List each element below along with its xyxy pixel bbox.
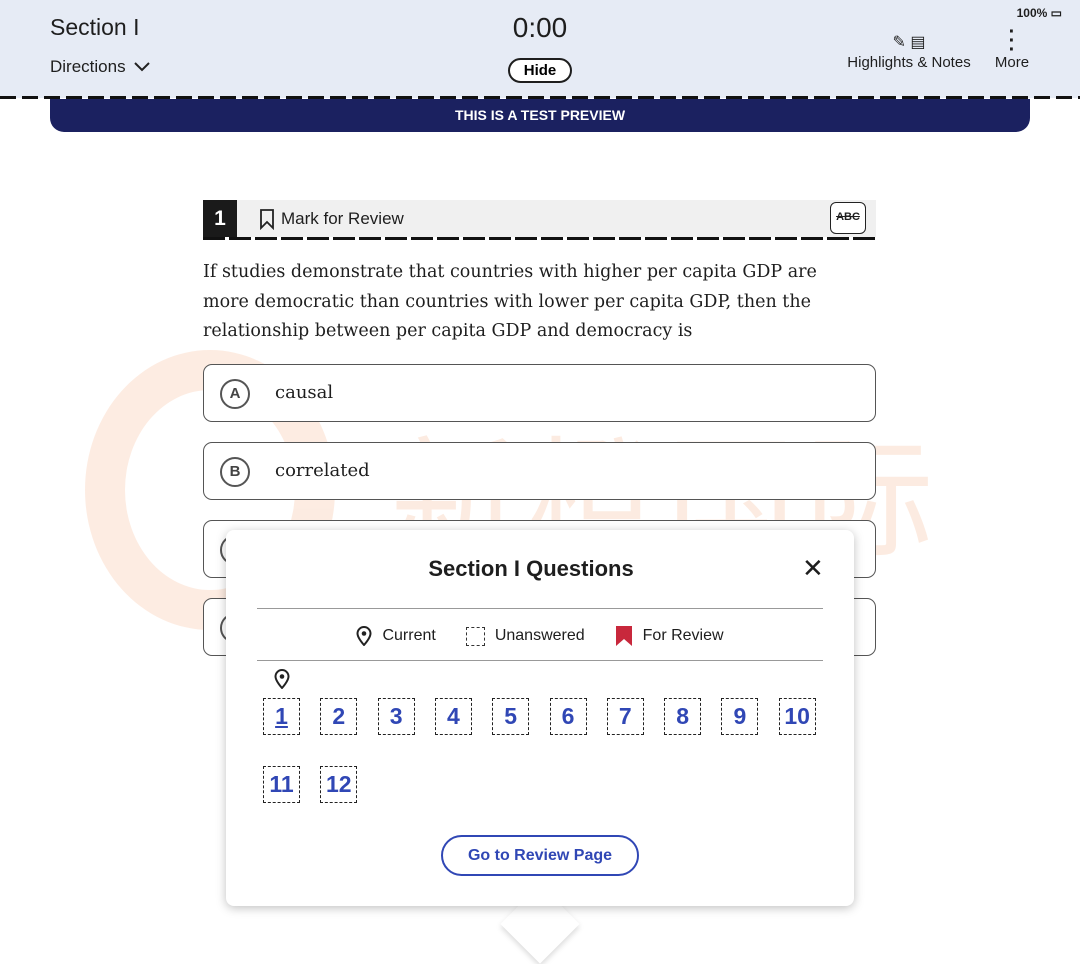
question-nav-7[interactable]: 7 — [606, 698, 644, 735]
legend-current: Current — [382, 627, 436, 644]
question-number: 1 — [203, 200, 237, 237]
current-location-icon — [274, 669, 290, 689]
battery-status: 100% ▭ — [1017, 6, 1062, 20]
option-a[interactable]: Acausal — [203, 364, 876, 422]
review-bookmark-icon — [615, 626, 632, 646]
mark-label: Mark for Review — [281, 209, 404, 228]
directions-button[interactable]: Directions — [50, 57, 150, 77]
question-nav-6[interactable]: 6 — [549, 698, 587, 735]
bookmark-icon — [260, 209, 274, 230]
go-to-review-page-button[interactable]: Go to Review Page — [441, 835, 639, 876]
legend-review: For Review — [642, 627, 724, 644]
question-nav-label: 1 — [275, 703, 288, 729]
more-vertical-icon: · · · — [1008, 21, 1016, 61]
highlighter-icon: ✎ ▤ — [892, 34, 926, 51]
top-bar: Section I Directions 0:00 Hide 100% ▭ ✎ … — [0, 0, 1080, 98]
question-nav-10[interactable]: 10 — [778, 698, 816, 735]
option-b[interactable]: Bcorrelated — [203, 442, 876, 500]
more-button[interactable]: · · · More — [990, 21, 1034, 71]
mark-for-review-button[interactable]: Mark for Review — [259, 208, 404, 230]
question-nav-5[interactable]: 5 — [492, 698, 530, 735]
question-stem: If studies demonstrate that countries wi… — [203, 262, 817, 341]
question-nav-3[interactable]: 3 — [377, 698, 415, 735]
divider — [257, 660, 823, 661]
question-nav-2[interactable]: 2 — [320, 698, 358, 735]
legend: Current Unanswered For Review — [226, 625, 854, 647]
legend-unanswered: Unanswered — [494, 627, 585, 644]
highlights-notes-label: Highlights & Notes — [847, 54, 971, 71]
question-divider — [203, 237, 876, 240]
option-text: causal — [275, 382, 334, 403]
popup-title: Section I Questions — [428, 556, 634, 581]
question-header: 1 Mark for Review ABC — [203, 200, 876, 237]
chevron-down-icon — [133, 62, 150, 72]
battery-icon: ▭ — [1050, 6, 1062, 20]
answer-eliminator-button[interactable]: ABC — [830, 202, 866, 234]
highlights-notes-button[interactable]: ✎ ▤ Highlights & Notes — [844, 32, 974, 71]
question-navigator-popup: Section I Questions ✕ Current Unanswered… — [226, 530, 854, 906]
battery-percent: 100% — [1016, 6, 1048, 20]
option-text: correlated — [275, 460, 370, 481]
question-nav-9[interactable]: 9 — [721, 698, 759, 735]
unanswered-icon — [465, 626, 485, 646]
question-nav-8[interactable]: 8 — [664, 698, 702, 735]
question-nav-1[interactable]: 1 — [263, 669, 300, 735]
question-nav-11[interactable]: 11 — [263, 766, 300, 803]
close-icon[interactable]: ✕ — [802, 555, 824, 581]
divider — [257, 608, 823, 609]
question-nav-4[interactable]: 4 — [434, 698, 472, 735]
question-nav-12[interactable]: 12 — [320, 766, 358, 803]
hide-timer-button[interactable]: Hide — [508, 58, 572, 83]
more-label: More — [994, 54, 1030, 71]
location-pin-icon — [356, 626, 372, 646]
directions-label: Directions — [50, 57, 126, 76]
option-letter: A — [220, 379, 250, 409]
test-preview-banner: THIS IS A TEST PREVIEW — [50, 99, 1030, 132]
option-letter: B — [220, 457, 250, 487]
